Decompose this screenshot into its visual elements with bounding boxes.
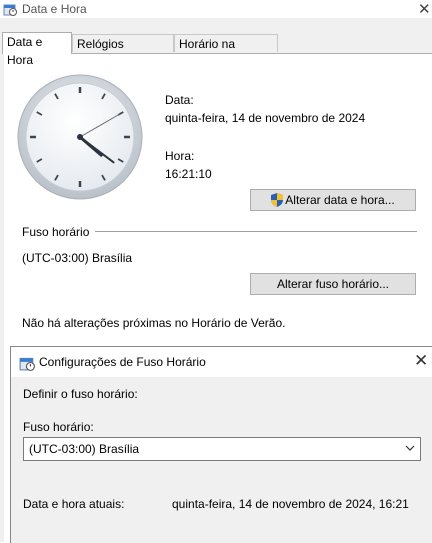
change-datetime-button[interactable]: Alterar data e hora... (250, 189, 416, 211)
timezone-select[interactable]: (UTC-03:00) Brasília (23, 437, 421, 461)
dialog-title: Configurações de Fuso Horário (39, 355, 206, 369)
dialog-titlebar: Configurações de Fuso Horário ✕ (11, 347, 432, 377)
close-icon[interactable]: ✕ (418, 0, 431, 18)
dst-notice: Não há alterações próximas no Horário de… (22, 316, 286, 330)
uac-shield-icon (271, 193, 284, 207)
datetime-app-icon (19, 357, 35, 371)
analog-clock (17, 74, 143, 200)
timezone-settings-dialog: Configurações de Fuso Horário ✕ Definir … (10, 346, 432, 543)
window-titlebar: Data e Hora ✕ (0, 0, 432, 18)
tab-bar: Data e Hora Relógios Adicionais Horário … (0, 32, 432, 69)
tab-date-time[interactable]: Data e Hora (2, 32, 72, 67)
timezone-field-label: Fuso horário: (23, 420, 94, 434)
chevron-down-icon (405, 445, 415, 451)
window-title: Data e Hora (22, 2, 87, 16)
time-value: 16:21:10 (165, 167, 212, 181)
section-divider (95, 231, 417, 232)
date-label: Data: (165, 93, 194, 107)
tab-internet-time[interactable]: Horário na Internet (174, 34, 278, 69)
change-datetime-label: Alterar data e hora... (285, 193, 395, 207)
tab-additional-clocks[interactable]: Relógios Adicionais (72, 34, 174, 69)
close-icon[interactable]: ✕ (414, 351, 428, 371)
datetime-app-icon (3, 4, 17, 16)
timezone-value: (UTC-03:00) Brasília (22, 251, 133, 265)
timezone-select-value: (UTC-03:00) Brasília (29, 442, 140, 456)
time-label: Hora: (165, 149, 195, 163)
current-datetime-value: quinta-feira, 14 de novembro de 2024, 16… (172, 497, 409, 511)
change-timezone-button[interactable]: Alterar fuso horário... (250, 273, 416, 295)
date-value: quinta-feira, 14 de novembro de 2024 (165, 111, 366, 125)
timezone-section-label: Fuso horário (22, 225, 90, 239)
current-datetime-label: Data e hora atuais: (23, 497, 125, 511)
set-timezone-label: Definir o fuso horário: (23, 387, 138, 401)
clock-center (77, 134, 83, 140)
